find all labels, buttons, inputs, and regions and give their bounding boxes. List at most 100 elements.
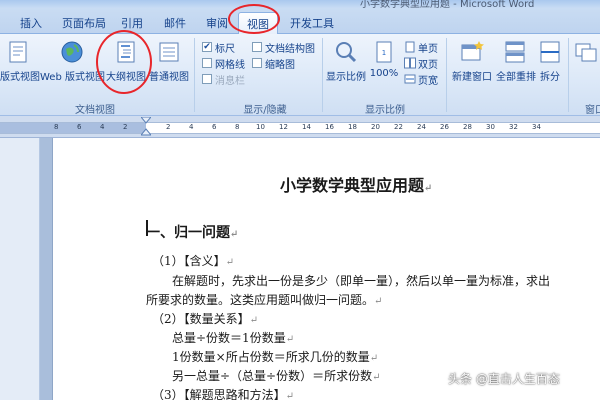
- zoom-100-button[interactable]: 1 100%: [368, 38, 400, 98]
- web-layout-label: Web 版式视图: [40, 72, 105, 83]
- two-pages-icon: [404, 57, 416, 69]
- draft-view-icon: [159, 42, 179, 62]
- ruler-number: 8: [54, 123, 59, 131]
- new-window-button[interactable]: 新建窗口: [450, 38, 494, 98]
- ruler-number: 22: [394, 123, 403, 131]
- magnifier-icon: [336, 42, 357, 63]
- paragraph-mark: ↵: [424, 183, 433, 194]
- print-layout-icon: [9, 41, 27, 63]
- doc-views-group-label: 文档视图: [75, 105, 115, 116]
- paragraph-mark: ↵: [225, 257, 235, 268]
- paragraph-mark: ↵: [369, 353, 379, 364]
- paragraph-mark: ↵: [374, 296, 383, 307]
- paragraph-line: 所要求的数量。这类应用题叫做归一问题。↵: [146, 293, 383, 307]
- zoom-button[interactable]: 显示比例: [326, 38, 366, 98]
- ruler-number: 10: [256, 123, 265, 131]
- paragraph-mark: ↵: [285, 391, 295, 400]
- ruler-number: 30: [486, 123, 495, 131]
- split-icon: [540, 41, 560, 63]
- paragraph-line: 总量÷份数＝1份数量↵: [172, 331, 295, 345]
- tab-developer[interactable]: 开发工具: [290, 15, 334, 31]
- new-window-icon: [461, 41, 484, 61]
- checkbox-icon: [252, 58, 262, 68]
- ruler-number: 12: [279, 123, 288, 131]
- ruler-number: 28: [463, 123, 472, 131]
- zoom-label: 显示比例: [326, 72, 366, 83]
- ruler-number: 6: [212, 123, 217, 131]
- checkbox-icon: [202, 74, 212, 84]
- paragraph-mark: ↵: [372, 372, 381, 383]
- outline-view-icon: [117, 41, 135, 63]
- split-button[interactable]: 拆分: [536, 38, 564, 98]
- ruler-number: 14: [302, 123, 311, 131]
- switch-windows-icon: [575, 43, 597, 62]
- message-bar-checkbox: 消息栏: [202, 72, 245, 87]
- checkbox-icon: [252, 42, 262, 52]
- page-width-button[interactable]: 页宽: [404, 72, 438, 87]
- document-heading: 一、归一问题↵: [146, 225, 239, 241]
- one-page-button[interactable]: 单页: [404, 40, 438, 55]
- tab-page-layout[interactable]: 页面布局: [62, 15, 106, 31]
- checkbox-checked-icon: ✔: [202, 41, 212, 52]
- arrange-all-button[interactable]: 全部重排: [496, 38, 536, 98]
- arrange-all-label: 全部重排: [496, 72, 536, 83]
- group-separator: [322, 38, 323, 112]
- horizontal-ruler[interactable]: 8 6 4 2 2 4 6 8 10 12 14 16 18 20 22 24 …: [0, 116, 600, 138]
- outline-view-label: 大纲视图: [106, 72, 146, 83]
- one-page-icon: [405, 41, 415, 53]
- ruler-number: 34: [532, 123, 541, 131]
- new-window-label: 新建窗口: [452, 72, 492, 83]
- zoom-group-label: 显示比例: [365, 105, 405, 116]
- paragraph-line: 1份数量×所占份数＝所求几份的数量↵: [172, 350, 379, 364]
- tab-review[interactable]: 审阅: [206, 15, 228, 31]
- vertical-ruler: [0, 138, 40, 400]
- tab-insert[interactable]: 插入: [20, 15, 42, 31]
- tab-references[interactable]: 引用: [121, 15, 143, 31]
- paragraph-line: （1）【含义】↵: [152, 254, 235, 268]
- two-pages-button[interactable]: 双页: [404, 56, 438, 71]
- document-map-checkbox[interactable]: 文档结构图: [252, 40, 315, 55]
- paragraph-line: 另一总量÷（总量÷份数）＝所求份数↵: [172, 369, 381, 383]
- page-100-icon: 1: [376, 41, 392, 63]
- ruler-number: 2: [123, 123, 128, 131]
- show-hide-group-label: 显示/隐藏: [243, 105, 287, 116]
- ruler-number: 24: [417, 123, 426, 131]
- zoom-100-label: 100%: [369, 68, 399, 79]
- draft-view-label: 普通视图: [149, 72, 189, 83]
- paragraph-mark: ↵: [285, 334, 295, 345]
- ribbon-panel: 版式视图 Web 版式视图 大纲视图 普通视图 文档视图 ✔ 标尺 网格线 消息栏…: [0, 34, 600, 116]
- watermark: 头条 @直击人生百态: [448, 372, 560, 386]
- document-title: 小学数学典型应用题↵: [280, 176, 433, 195]
- gridlines-checkbox[interactable]: 网格线: [202, 56, 245, 71]
- draft-view-button[interactable]: 普通视图: [148, 38, 190, 98]
- ruler-number: 32: [509, 123, 518, 131]
- ruler-number: 26: [440, 123, 449, 131]
- window-group-label: 窗口: [585, 105, 600, 116]
- ribbon-tab-row: 插入 页面布局 引用 邮件 审阅 视图 开发工具: [0, 8, 600, 35]
- tab-mailings[interactable]: 邮件: [164, 15, 186, 31]
- ruler-checkbox[interactable]: ✔ 标尺: [202, 40, 235, 55]
- ruler-number: 4: [189, 123, 194, 131]
- web-layout-button[interactable]: Web 版式视图: [40, 38, 105, 98]
- ruler-number: 8: [235, 123, 240, 131]
- thumbnails-checkbox[interactable]: 缩略图: [252, 56, 295, 71]
- page-width-icon: [404, 74, 416, 84]
- paragraph-line: 在解题时，先求出一份是多少（即单一量），然后以单一量为标准，求出: [172, 274, 551, 288]
- paragraph-mark: ↵: [249, 315, 259, 326]
- ruler-number: 2: [166, 123, 171, 131]
- ruler-number: 4: [100, 123, 105, 131]
- paragraph-line: （3）【解题思路和方法】↵: [152, 388, 295, 400]
- group-separator: [194, 38, 195, 112]
- ruler-strip: 8 6 4 2 2 4 6 8 10 12 14 16 18 20 22 24 …: [0, 122, 600, 134]
- arrange-all-icon: [505, 41, 525, 63]
- globe-icon: [61, 41, 83, 63]
- print-layout-label: 版式视图: [0, 72, 40, 83]
- ruler-number: 6: [77, 123, 82, 131]
- ruler-number: 16: [325, 123, 334, 131]
- tab-view[interactable]: 视图: [238, 12, 278, 35]
- print-layout-button[interactable]: 版式视图: [0, 38, 40, 98]
- outline-view-button[interactable]: 大纲视图: [106, 38, 146, 98]
- indent-marker-icon[interactable]: [141, 117, 151, 137]
- switch-windows-button[interactable]: [572, 38, 600, 98]
- paragraph-line: （2）【数量关系】↵: [152, 312, 259, 326]
